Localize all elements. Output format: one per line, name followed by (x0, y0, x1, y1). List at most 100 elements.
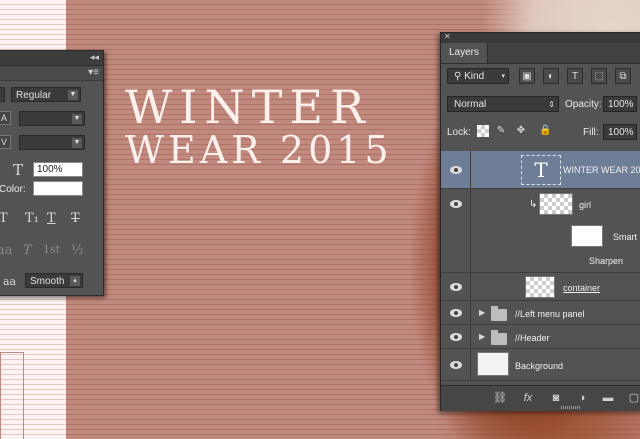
chevron-down-icon: ▼ (72, 114, 82, 124)
search-icon: ⚲ (454, 71, 462, 82)
chevron-updown-icon: ▾ (501, 73, 505, 80)
fx-icon[interactable]: fx (521, 391, 535, 405)
vertical-scale-icon: T (13, 161, 24, 179)
add-mask-icon[interactable]: ◙ (549, 391, 563, 405)
move-icon[interactable]: ✥ (515, 125, 527, 137)
fill-input[interactable]: 100% (603, 124, 637, 140)
layer-name[interactable]: //Left menu panel (515, 309, 585, 319)
filter-kind-dropdown[interactable]: ⚲ Kind ▾ (447, 68, 509, 84)
expand-triangle-icon[interactable]: ▶ (479, 332, 485, 341)
wireframe-box (0, 352, 24, 439)
headline-wear-2015: WEAR 2015 (125, 128, 393, 172)
eye-icon (450, 166, 462, 174)
discretionary-ligature-button[interactable]: aa (0, 243, 13, 258)
new-layer-icon[interactable]: ▢ (627, 391, 640, 405)
scale-input[interactable]: 100% (33, 162, 83, 177)
smart-object-icon[interactable]: ⧉ (615, 68, 631, 84)
shape-icon[interactable]: ⬚ (591, 68, 607, 84)
type-layer-thumbnail: T (521, 155, 561, 185)
layer-name[interactable]: Background (515, 361, 563, 371)
girl-thumbnail (539, 193, 573, 215)
opacity-input[interactable]: 100% (603, 96, 637, 112)
opacity-label: Opacity: (565, 99, 602, 110)
visibility-toggle[interactable] (441, 189, 471, 272)
antialias-dropdown[interactable]: Smooth ▴ (25, 273, 83, 288)
lock-transparent-icon[interactable] (477, 125, 489, 137)
folder-icon (491, 330, 507, 345)
link-icon[interactable]: ⛓ (493, 391, 507, 405)
layers-panel-tabbar: Layers (441, 43, 640, 64)
chevron-down-icon: ▼ (68, 90, 78, 100)
expand-triangle-icon[interactable]: ▶ (479, 308, 485, 317)
font-family-dropdown[interactable] (0, 87, 5, 102)
chevron-updown-icon: ▴ (70, 276, 80, 286)
layer-name[interactable]: girl (579, 200, 591, 210)
resize-grip[interactable] (561, 406, 581, 409)
visibility-toggle[interactable] (441, 325, 471, 348)
visibility-toggle[interactable] (441, 273, 471, 300)
strikethrough-button[interactable]: T (71, 211, 80, 226)
blend-mode-dropdown[interactable]: Normal ⇕ (447, 96, 559, 112)
layers-panel: ✕ Layers ⚲ Kind ▾ ▣ ◐ T ⬚ ⧉ Normal ⇕ Opa… (440, 32, 640, 411)
layer-name[interactable]: container (563, 283, 600, 293)
type-icon[interactable]: T (567, 68, 583, 84)
eye-icon (450, 283, 462, 291)
subscript-button[interactable]: T₁ (25, 211, 39, 226)
smart-filter-mask (571, 225, 603, 247)
ordinals-button[interactable]: 1st (43, 243, 60, 256)
tracking-icon: V (0, 135, 11, 149)
layers-bottom-toolbar: ⛓ fx ◙ ◑ ▬ ▢ (441, 385, 640, 411)
layer-row-background[interactable]: Background (441, 349, 640, 381)
leading-icon: A (0, 111, 11, 125)
container-thumbnail (525, 276, 555, 298)
font-style-dropdown[interactable]: Regular ▼ (11, 87, 81, 102)
visibility-toggle[interactable] (441, 301, 471, 324)
leading-dropdown[interactable]: ▼ (19, 111, 85, 126)
character-panel-menubar: ▾≡ (0, 66, 103, 81)
adjustment-layer-icon[interactable]: ◑ (575, 391, 589, 405)
fractions-button[interactable]: ½ (71, 243, 84, 258)
chevron-down-icon: ▼ (72, 138, 82, 148)
layer-row-left-menu-group[interactable]: ▶ //Left menu panel (441, 301, 640, 325)
tab-layers[interactable]: Layers (441, 43, 489, 63)
eye-icon (450, 361, 462, 369)
close-icon[interactable]: ✕ (444, 32, 451, 41)
antialias-icon: aa (3, 275, 17, 288)
layers-panel-titlebar[interactable]: ✕ (441, 32, 640, 43)
background-thumbnail (477, 352, 509, 376)
folder-icon (491, 306, 507, 321)
adjustment-icon[interactable]: ◐ (543, 68, 559, 84)
color-swatch[interactable] (33, 181, 83, 196)
filter-name[interactable]: Sharpen (589, 256, 623, 266)
fill-label: Fill: (583, 127, 599, 138)
visibility-toggle[interactable] (441, 349, 471, 380)
underline-button[interactable]: T (47, 211, 56, 226)
character-panel: ◂◂ ▾≡ Regular ▼ A ▼ V ▼ T 100% Color: T … (0, 50, 104, 296)
double-chevron-icon[interactable]: ◂◂ (90, 52, 99, 63)
color-label: Color: (0, 184, 26, 195)
layer-row-header-group[interactable]: ▶ //Header (441, 325, 640, 349)
image-icon[interactable]: ▣ (519, 68, 535, 84)
chevron-updown-icon: ⇕ (548, 100, 555, 109)
clipping-arrow-icon: ↳ (529, 199, 538, 210)
eye-icon (450, 333, 462, 341)
smart-filters-label: Smart (613, 232, 638, 242)
eye-icon (450, 309, 462, 317)
lock-label: Lock: (447, 127, 471, 138)
brush-icon[interactable]: ✎ (495, 125, 507, 137)
layer-name[interactable]: //Header (515, 333, 550, 343)
layer-name[interactable]: WINTER WEAR 2015 (563, 165, 640, 175)
tracking-dropdown[interactable]: ▼ (19, 135, 85, 150)
swash-button[interactable]: T (23, 243, 32, 258)
visibility-toggle[interactable] (441, 151, 471, 188)
superscript-button[interactable]: T (0, 211, 8, 226)
lock-icon[interactable]: 🔒 (539, 125, 551, 137)
eye-icon (450, 200, 462, 208)
layer-row-girl[interactable]: ↳ girl Smart Sharpen (441, 189, 640, 273)
panel-menu-icon[interactable]: ▾≡ (88, 67, 99, 78)
headline-winter: WINTER (125, 80, 372, 134)
new-group-icon[interactable]: ▬ (601, 391, 615, 405)
layer-row-text[interactable]: T WINTER WEAR 2015 (441, 151, 640, 189)
character-panel-titlebar[interactable]: ◂◂ (0, 51, 103, 66)
layer-row-container[interactable]: container (441, 273, 640, 301)
